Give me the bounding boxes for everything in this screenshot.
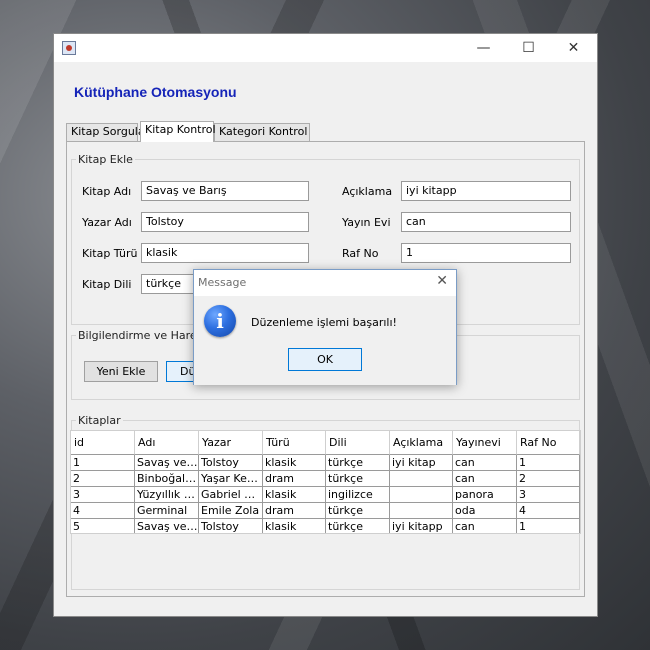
raf-no-field[interactable]: 1: [401, 243, 571, 263]
kitap-ekle-legend: Kitap Ekle: [78, 153, 133, 166]
table-cell: Yüzyıllık Yalnızlık: [135, 487, 199, 503]
tab-kategori-kontrol[interactable]: Kategori Kontrol: [214, 123, 310, 141]
kitap-turu-label: Kitap Türü: [82, 247, 138, 260]
table-cell: klasik: [263, 519, 326, 533]
dialog-title: Message: [198, 276, 247, 289]
table-cell: 2: [517, 471, 580, 487]
table-cell: Savaş ve Barış: [137, 519, 199, 533]
table-cell: Tolstoy: [199, 519, 263, 533]
tab-kitap-sorgula[interactable]: Kitap Sorgula: [66, 123, 145, 141]
kitap-adi-label: Kitap Adı: [82, 185, 132, 198]
yayin-evi-field[interactable]: can: [401, 212, 571, 232]
table-cell: türkçe: [326, 455, 390, 471]
table-cell: Emile Zola: [199, 503, 263, 519]
table-cell: ingilizce: [326, 487, 390, 503]
table-cell: 3: [517, 487, 580, 503]
table-cell: 2: [71, 471, 135, 487]
table-cell: klasik: [263, 487, 326, 503]
column-header-dili[interactable]: Dili: [326, 431, 390, 455]
table-cell: dram: [263, 471, 326, 487]
ok-button[interactable]: OK: [288, 348, 362, 371]
yayin-evi-label: Yayın Evi: [342, 216, 391, 229]
table-cell: türkçe: [326, 503, 390, 519]
maximize-button[interactable]: ☐: [506, 34, 551, 62]
table-cell: Gabriel García Márquez: [199, 487, 263, 503]
dialog-message: Düzenleme işlemi başarılı!: [251, 316, 397, 329]
tab-kitap-kontrol[interactable]: Kitap Kontrol: [140, 121, 216, 142]
table-cell: klasik: [263, 455, 326, 471]
table-cell: dram: [263, 503, 326, 519]
kitap-dili-field[interactable]: türkçe: [141, 274, 201, 294]
aciklama-label: Açıklama: [342, 185, 393, 198]
info-icon: i: [204, 305, 236, 337]
table-cell: iyi kitapp: [390, 519, 453, 533]
aciklama-field[interactable]: iyi kitapp: [401, 181, 571, 201]
raf-no-label: Raf No: [342, 247, 379, 260]
table-cell: can: [453, 455, 517, 471]
table-cell: oda: [453, 503, 517, 519]
table-cell: türkçe: [326, 519, 390, 533]
table-cell: Savaş ve Barış: [135, 455, 199, 471]
message-dialog: Message ✕ i Düzenleme işlemi başarılı! O…: [193, 269, 457, 385]
table-cell: [390, 487, 453, 503]
table-cell: can: [453, 519, 517, 533]
table-cell: iyi kitap: [390, 455, 453, 471]
column-header-raf-no[interactable]: Raf No: [517, 431, 580, 455]
yazar-adi-label: Yazar Adı: [82, 216, 132, 229]
table-cell: [390, 471, 453, 487]
table-cell: panora: [453, 487, 517, 503]
table-cell: 4: [517, 503, 580, 519]
table-cell: [390, 503, 453, 519]
table-cell: can: [453, 471, 517, 487]
table-cell: Yaşar Kemal: [199, 471, 263, 487]
table-cell: 4: [71, 503, 135, 519]
column-header-aciklama[interactable]: Açıklama: [390, 431, 453, 455]
table-cell: Germinal: [135, 503, 199, 519]
table-cell: türkçe: [326, 471, 390, 487]
yeni-ekle-button[interactable]: Yeni Ekle: [84, 361, 158, 382]
yazar-adi-field[interactable]: Tolstoy: [141, 212, 309, 232]
title-bar[interactable]: — ☐ ✕: [54, 34, 597, 62]
minimize-button[interactable]: —: [461, 34, 506, 62]
app-title: Kütüphane Otomasyonu: [74, 84, 237, 100]
table-cell: Binboğalar Efsanesi: [135, 471, 199, 487]
column-header-id[interactable]: id: [71, 431, 135, 455]
dialog-close-icon[interactable]: ✕: [436, 273, 448, 289]
table-cell: Tolstoy: [199, 455, 263, 471]
kitaplar-table[interactable]: id Adı Yazar Türü Dili Açıklama Yayınevi…: [70, 430, 581, 534]
java-app-icon: [62, 41, 76, 55]
kitap-adi-field[interactable]: Savaş ve Barış: [141, 181, 309, 201]
table-cell: 1: [71, 455, 135, 471]
column-header-turu[interactable]: Türü: [263, 431, 326, 455]
table-cell: 3: [71, 487, 135, 503]
kitaplar-legend: Kitaplar: [78, 414, 121, 427]
close-button[interactable]: ✕: [551, 34, 596, 62]
table-cell: 5: [71, 519, 135, 533]
table-cell: 1: [517, 455, 580, 471]
table-cell: 1: [517, 519, 580, 533]
column-header-yazar[interactable]: Yazar: [199, 431, 263, 455]
dialog-body: i Düzenleme işlemi başarılı! OK: [194, 296, 456, 385]
column-header-yayinevi[interactable]: Yayınevi: [453, 431, 517, 455]
column-header-adi[interactable]: Adı: [135, 431, 199, 455]
kitap-turu-field[interactable]: klasik: [141, 243, 309, 263]
kitap-dili-label: Kitap Dili: [82, 278, 132, 291]
